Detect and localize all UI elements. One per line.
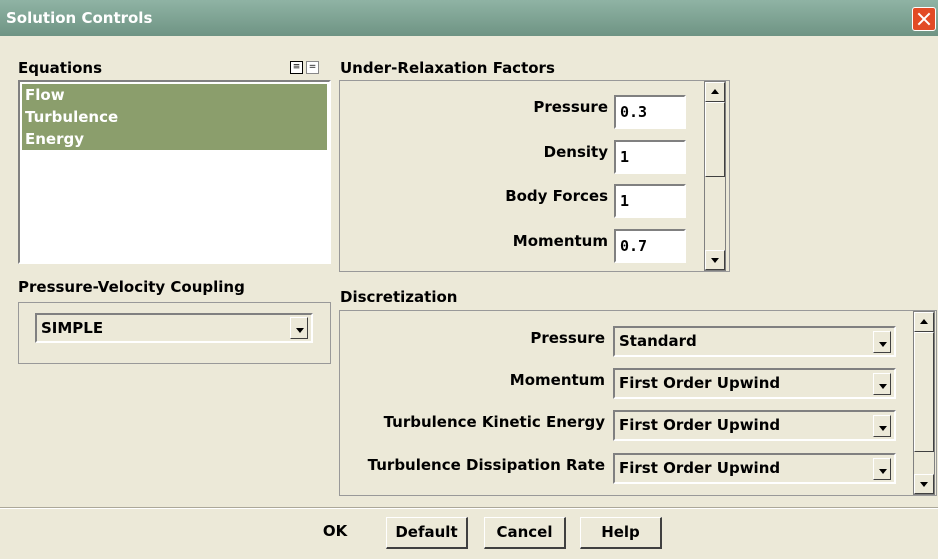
default-button[interactable]: Default	[386, 517, 468, 549]
urf-momentum-input[interactable]: 0.7	[614, 229, 686, 263]
disc-tdr-label: Turbulence Dissipation Rate	[367, 456, 605, 474]
disc-tke-label: Turbulence Kinetic Energy	[383, 413, 605, 431]
urf-density-label: Density	[543, 143, 608, 161]
urf-pressure-label: Pressure	[533, 98, 608, 116]
urf-scrollbar[interactable]	[704, 81, 726, 271]
disc-tdr-value: First Order Upwind	[619, 459, 781, 477]
disc-pressure-label: Pressure	[530, 329, 605, 347]
disc-tdr-select[interactable]: First Order Upwind	[613, 453, 896, 484]
pv-coupling-panel: SIMPLE	[18, 302, 331, 364]
button-bar-separator	[0, 507, 938, 509]
cancel-button[interactable]: Cancel	[484, 517, 566, 549]
disc-momentum-value: First Order Upwind	[619, 374, 781, 392]
list-item-energy[interactable]: Energy	[22, 128, 327, 150]
chevron-down-icon[interactable]	[873, 331, 891, 353]
deselect-all-button[interactable]: =	[306, 61, 319, 74]
window-title: Solution Controls	[6, 9, 153, 27]
ok-button[interactable]: OK	[304, 517, 366, 549]
urf-density-input[interactable]: 1	[614, 140, 686, 174]
chevron-down-icon[interactable]	[873, 373, 891, 395]
equations-label: Equations	[18, 59, 103, 77]
arrow-up-icon[interactable]	[914, 312, 934, 332]
pv-coupling-select[interactable]: SIMPLE	[35, 313, 313, 343]
urf-panel: Pressure 0.3 Density 1 Body Forces 1 Mom…	[339, 80, 730, 272]
disc-tke-select[interactable]: First Order Upwind	[613, 410, 896, 441]
select-all-button[interactable]: ≡	[290, 61, 303, 74]
urf-label: Under-Relaxation Factors	[340, 59, 555, 77]
urf-body-forces-input[interactable]: 1	[614, 184, 686, 218]
close-icon[interactable]	[912, 7, 936, 31]
urf-pressure-input[interactable]: 0.3	[614, 95, 686, 129]
chevron-down-icon[interactable]	[873, 458, 891, 480]
disc-momentum-label: Momentum	[509, 371, 605, 389]
chevron-down-icon[interactable]	[873, 415, 891, 437]
disc-pressure-select[interactable]: Standard	[613, 326, 896, 357]
disc-pressure-value: Standard	[619, 332, 697, 350]
urf-body-forces-label: Body Forces	[505, 187, 608, 205]
disc-tke-value: First Order Upwind	[619, 416, 781, 434]
urf-momentum-label: Momentum	[512, 232, 608, 250]
list-item-turbulence[interactable]: Turbulence	[22, 106, 327, 128]
discretization-scrollbar-thumb[interactable]	[914, 332, 934, 452]
urf-scrollbar-thumb[interactable]	[705, 102, 725, 177]
arrow-down-icon[interactable]	[705, 250, 725, 270]
disc-momentum-select[interactable]: First Order Upwind	[613, 368, 896, 399]
pv-coupling-value: SIMPLE	[41, 319, 104, 337]
discretization-panel: Pressure Standard Momentum First Order U…	[339, 310, 937, 496]
discretization-scrollbar[interactable]	[913, 311, 935, 495]
help-button[interactable]: Help	[580, 517, 662, 549]
discretization-label: Discretization	[340, 288, 458, 306]
arrow-up-icon[interactable]	[705, 82, 725, 102]
title-bar: Solution Controls	[0, 0, 938, 36]
list-item-flow[interactable]: Flow	[22, 84, 327, 106]
arrow-down-icon[interactable]	[914, 474, 934, 494]
pv-coupling-label: Pressure-Velocity Coupling	[18, 278, 245, 296]
equations-list[interactable]: Flow Turbulence Energy	[18, 80, 331, 264]
chevron-down-icon[interactable]	[290, 317, 308, 339]
